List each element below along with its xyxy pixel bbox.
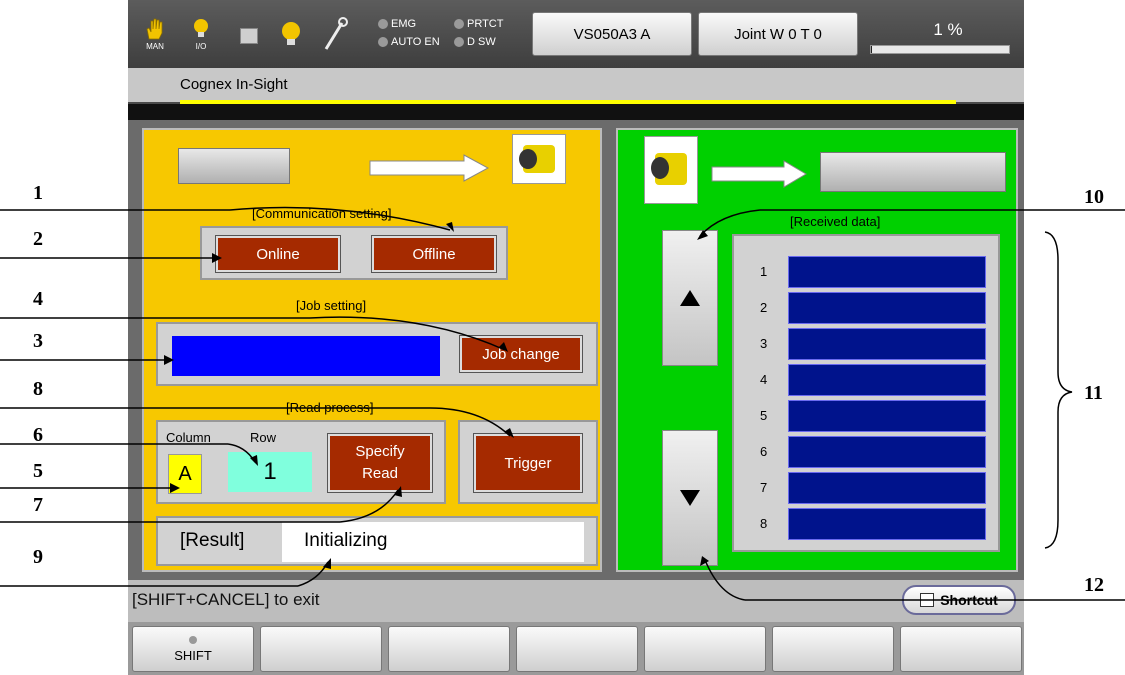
callout-number-10: 10 — [1084, 186, 1104, 208]
callout-number-8: 8 — [33, 378, 43, 400]
callout-leader-10 — [699, 209, 761, 237]
arrowhead-3 — [164, 355, 174, 365]
arrowhead-4 — [499, 342, 508, 352]
callout-leader-6 — [227, 443, 256, 463]
callout-number-12: 12 — [1084, 574, 1104, 596]
callout-lines — [0, 206, 1125, 601]
callout-number-4: 4 — [33, 288, 43, 310]
callout-leader-4 — [309, 316, 506, 351]
arrowhead-5 — [170, 483, 180, 493]
arrowhead-7 — [394, 486, 402, 497]
callout-brace-11 — [1044, 231, 1073, 549]
callout-number-7: 7 — [33, 494, 43, 516]
callout-leader-8 — [429, 407, 511, 437]
arrowhead-1 — [446, 222, 454, 232]
callout-leader-1 — [229, 206, 451, 231]
callout-leader-9 — [297, 561, 329, 587]
callout-number-1: 1 — [33, 182, 43, 204]
callout-number-6: 6 — [33, 424, 43, 446]
callout-number-5: 5 — [33, 460, 43, 482]
callout-leader-7 — [339, 489, 399, 523]
arrowhead-10 — [697, 230, 708, 240]
callout-leader-12 — [704, 559, 746, 601]
callout-number-3: 3 — [33, 330, 43, 352]
callout-number-11: 11 — [1084, 382, 1103, 404]
arrowhead-2 — [212, 253, 222, 263]
callout-number-2: 2 — [33, 228, 43, 250]
callout-number-9: 9 — [33, 546, 43, 568]
